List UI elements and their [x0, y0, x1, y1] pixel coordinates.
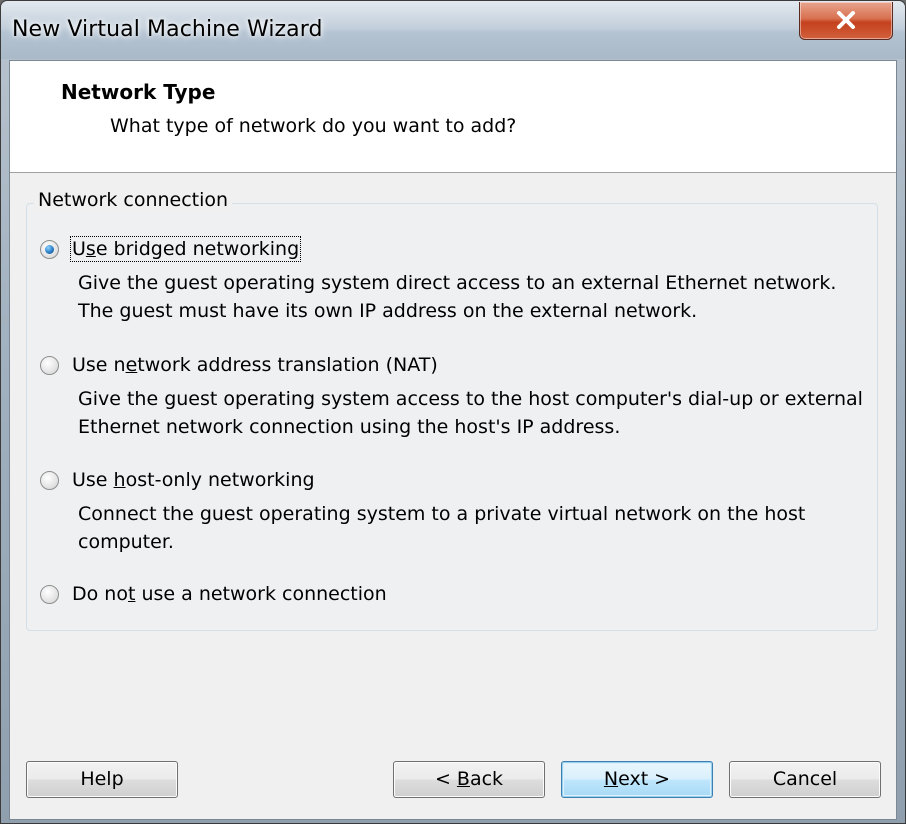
- radio-no-network[interactable]: [40, 585, 59, 604]
- close-button[interactable]: [799, 2, 893, 40]
- title-bar[interactable]: New Virtual Machine Wizard: [1, 1, 905, 59]
- wizard-window: New Virtual Machine Wizard Network Type …: [0, 0, 906, 824]
- radio-host-only[interactable]: [40, 471, 59, 490]
- label-bridged[interactable]: Use bridged networking: [69, 236, 302, 262]
- radio-bridged[interactable]: [40, 240, 59, 259]
- desc-host-only: Connect the guest operating system to a …: [78, 503, 806, 553]
- page-title: Network Type: [61, 80, 216, 104]
- desc-bridged: Give the guest operating system direct a…: [78, 272, 837, 322]
- next-button[interactable]: Next >: [561, 761, 713, 798]
- dialog-client-area: Network Type What type of network do you…: [9, 60, 897, 820]
- label-nat[interactable]: Use network address translation (NAT): [72, 354, 438, 376]
- wizard-header: Network Type What type of network do you…: [10, 61, 896, 173]
- help-button[interactable]: Help: [26, 761, 178, 798]
- label-host-only[interactable]: Use host-only networking: [72, 469, 315, 491]
- back-button[interactable]: < Back: [393, 761, 545, 798]
- close-x-icon: [837, 11, 855, 29]
- page-subtitle: What type of network do you want to add?: [110, 115, 517, 137]
- cancel-button[interactable]: Cancel: [729, 761, 881, 798]
- group-legend: Network connection: [34, 189, 233, 211]
- radio-nat[interactable]: [40, 356, 59, 375]
- window-title: New Virtual Machine Wizard: [12, 17, 323, 42]
- label-no-network[interactable]: Do not use a network connection: [72, 583, 387, 605]
- desc-nat: Give the guest operating system access t…: [78, 388, 863, 438]
